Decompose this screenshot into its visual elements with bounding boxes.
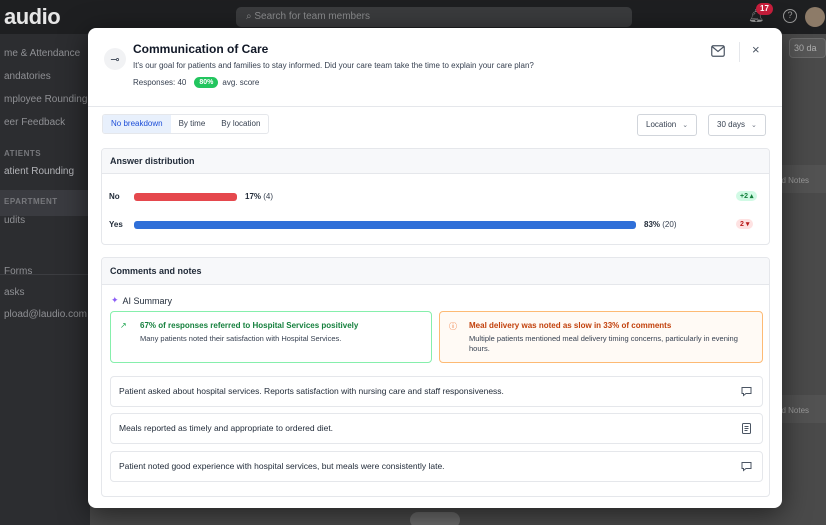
change-badge: +2 ▴ [736,191,758,201]
sidebar-section-department: EPARTMENT [4,197,58,206]
list-item[interactable]: Meals reported as timely and appropriate… [110,413,763,444]
key-icon: ⊸ [104,48,126,70]
answer-label: Yes [109,220,123,229]
comment-text: Patient noted good experience with hospi… [119,461,445,471]
mail-icon[interactable] [711,45,725,57]
sidebar-item-employee-rounding[interactable]: mployee Rounding [4,94,87,105]
answer-distribution-card: Answer distribution No 17% (4) +2 ▴ Yes … [101,148,770,245]
sidebar-section-patients: ATIENTS [4,149,42,158]
chevron-down-icon: ⌄ [682,122,689,129]
avatar[interactable] [805,7,825,27]
responses-count: Responses: 40 [133,78,187,87]
insight-positive: ↗ 67% of responses referred to Hospital … [110,311,432,363]
score-label: avg. score [222,78,260,87]
location-dropdown[interactable]: Location ⌄ [637,114,698,136]
question-detail-modal: ⊸ Communication of Care It's our goal fo… [88,28,782,508]
period-dropdown-label: 30 days [717,120,746,129]
list-item[interactable]: Patient noted good experience with hospi… [110,451,763,482]
ai-summary-label: AI Summary [122,295,173,306]
chat-icon[interactable] [741,386,752,397]
sidebar-item-attendance[interactable]: me & Attendance [4,48,80,59]
search-input[interactable]: ⌕ Search for team members [236,7,632,27]
distribution-row-yes: Yes 83% (20) 2 ▾ [102,218,769,232]
sparkle-icon: ✦ [111,295,119,305]
period-dropdown[interactable]: 30 days ⌄ [708,114,766,136]
sidebar-item-forms[interactable]: Forms [4,266,32,277]
ai-summary-heading: ✦ AI Summary [111,295,172,306]
sidebar-item-peer-feedback[interactable]: eer Feedback [4,117,65,128]
answer-distribution-heading: Answer distribution [102,149,769,174]
list-item[interactable]: Patient asked about hospital services. R… [110,376,763,407]
sidebar-item-user-email: pload@laudio.com [4,309,87,320]
insight-body: Multiple patients mentioned meal deliver… [469,334,738,353]
insight-warning: ⓘ Meal delivery was noted as slow in 33%… [439,311,763,363]
score-badge: 80% [194,77,219,88]
header-divider [739,42,740,62]
insight-title: Meal delivery was noted as slow in 33% o… [469,321,672,330]
alert-circle-icon: ⓘ [449,322,457,331]
insight-body: Many patients noted their satisfaction w… [140,334,342,343]
document-icon[interactable] [741,423,752,434]
distribution-bar [134,221,636,229]
tab-no-breakdown[interactable]: No breakdown [103,115,171,133]
bottom-pill [410,512,460,525]
search-placeholder: Search for team members [254,11,370,22]
comments-heading: Comments and notes [102,258,769,285]
notification-badge: 17 [756,3,773,15]
period-button[interactable]: 30 da [789,38,826,58]
tab-by-time[interactable]: By time [171,115,214,133]
distribution-percentage: 17% (4) [245,190,273,204]
response-count: (4) [263,192,274,201]
comment-text: Patient asked about hospital services. R… [119,386,504,396]
answer-label: No [109,192,120,201]
sidebar: me & Attendance andatories mployee Round… [0,34,90,525]
distribution-row-no: No 17% (4) +2 ▴ [102,190,769,204]
insight-title: 67% of responses referred to Hospital Se… [140,321,359,330]
close-icon[interactable]: × [752,43,760,57]
help-icon[interactable]: ? [783,9,797,23]
response-count: (20) [662,220,677,229]
sidebar-item-patient-rounding[interactable]: atient Rounding [4,166,74,177]
percentage-value: 83% [644,220,661,229]
tab-by-location[interactable]: By location [213,115,268,133]
sidebar-item-tasks[interactable]: asks [4,287,25,298]
change-badge: 2 ▾ [736,219,754,229]
responses-summary: Responses: 40 80% avg. score [133,77,259,88]
chat-icon[interactable] [741,461,752,472]
sidebar-item-mandatories[interactable]: andatories [4,71,51,82]
comments-card: Comments and notes ✦ AI Summary ↗ 67% of… [101,257,770,497]
sidebar-item-audits[interactable]: udits [4,215,25,226]
breakdown-segmented-control: No breakdown By time By location [102,114,270,134]
chevron-down-icon: ⌄ [751,122,757,129]
modal-subtitle: It's our goal for patients and families … [133,61,534,70]
percentage-value: 17% [245,192,262,201]
distribution-percentage: 83% (20) [644,218,676,232]
modal-title: Communication of Care [133,42,269,56]
app-logo: audio [4,4,61,29]
distribution-bar [134,193,237,201]
trend-up-icon: ↗ [120,321,127,330]
comment-text: Meals reported as timely and appropriate… [119,423,334,433]
location-dropdown-label: Location [646,120,677,129]
header-separator [88,106,782,107]
